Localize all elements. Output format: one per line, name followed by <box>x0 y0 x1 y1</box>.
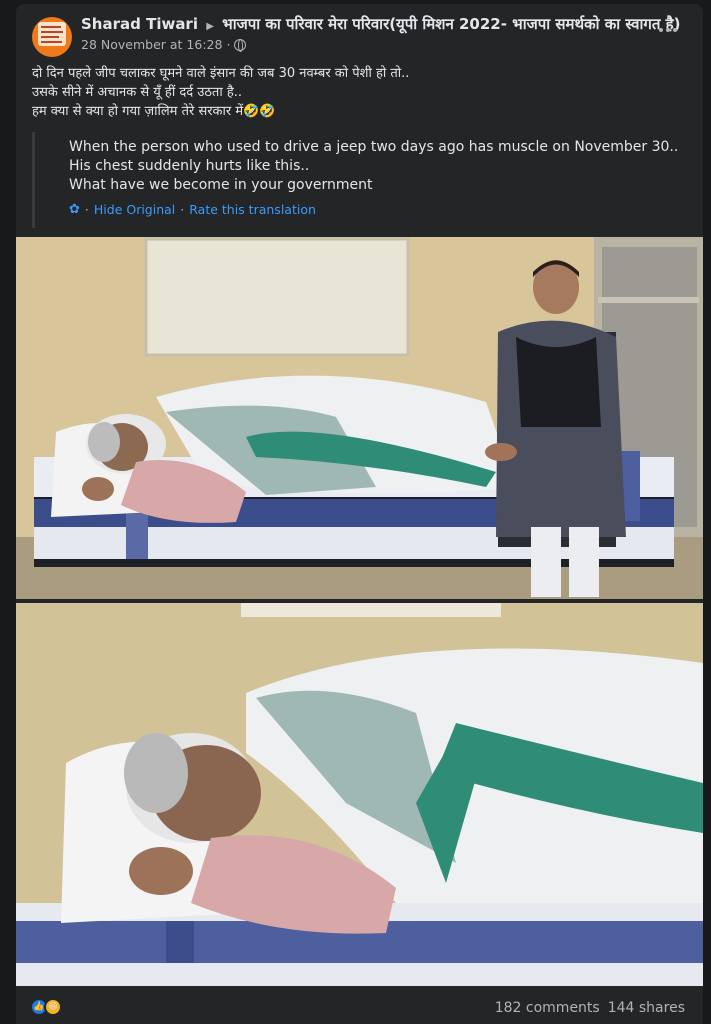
post-card: Sharad Tiwari ▶ भाजपा का परिवार मेरा परि… <box>16 4 703 1024</box>
dot-icon <box>666 28 670 32</box>
hospital-closeup-image <box>16 603 703 986</box>
comments-count[interactable]: 182 comments <box>495 1000 600 1016</box>
post-title: Sharad Tiwari ▶ भाजपा का परिवार मेरा परि… <box>81 14 680 34</box>
author-name[interactable]: Sharad Tiwari <box>81 15 198 33</box>
post-meta: 28 November at 16:28 · <box>81 37 680 52</box>
translation-line: His chest suddenly hurts like this.. <box>69 158 310 174</box>
globe-icon <box>234 38 247 52</box>
post-photo-1[interactable] <box>16 237 703 599</box>
post-text-line: दो दिन पहले जीप चलाकर घूमने वाले इंसान क… <box>32 66 410 81</box>
separator: · <box>84 202 89 217</box>
dot-icon <box>659 28 663 32</box>
translation-block: When the person who used to drive a jeep… <box>32 132 687 228</box>
post-timestamp[interactable]: 28 November at 16:28 <box>81 37 222 52</box>
group-name[interactable]: भाजपा का परिवार मेरा परिवार(यूपी मिशन 20… <box>222 15 680 33</box>
translation-line: What have we become in your government <box>69 177 373 193</box>
hide-original-link[interactable]: Hide Original <box>94 202 175 217</box>
post-photo-2[interactable] <box>16 603 703 986</box>
post-footer: 👍 😆 182 comments 144 shares <box>16 990 703 1024</box>
more-options-button[interactable] <box>659 24 683 36</box>
engagement-counts: 182 comments 144 shares <box>495 1000 685 1016</box>
haha-icon: 😆 <box>44 998 62 1016</box>
hospital-scene-image <box>16 237 703 599</box>
post-text-line: हम क्या से क्या हो गया ज़ालिम तेरे सरकार… <box>32 104 276 119</box>
shares-count[interactable]: 144 shares <box>608 1000 685 1016</box>
post-body: दो दिन पहले जीप चलाकर घूमने वाले इंसान क… <box>32 64 409 121</box>
separator: · <box>180 202 185 217</box>
rate-translation-link[interactable]: Rate this translation <box>189 202 316 217</box>
post-header: Sharad Tiwari ▶ भाजपा का परिवार मेरा परि… <box>81 14 680 52</box>
post-text-line: उसके सीने में अचानक से यूँ हीं दर्द उठता… <box>32 85 243 100</box>
arrow-right-icon: ▶ <box>206 21 214 32</box>
author-avatar[interactable] <box>32 17 72 57</box>
dot-icon <box>673 28 677 32</box>
translation-actions: ✿ · Hide Original · Rate this translatio… <box>69 202 316 217</box>
translation-line: When the person who used to drive a jeep… <box>69 139 679 155</box>
reactions-summary[interactable]: 👍 😆 <box>30 998 62 1016</box>
gear-icon[interactable]: ✿ <box>69 202 80 217</box>
